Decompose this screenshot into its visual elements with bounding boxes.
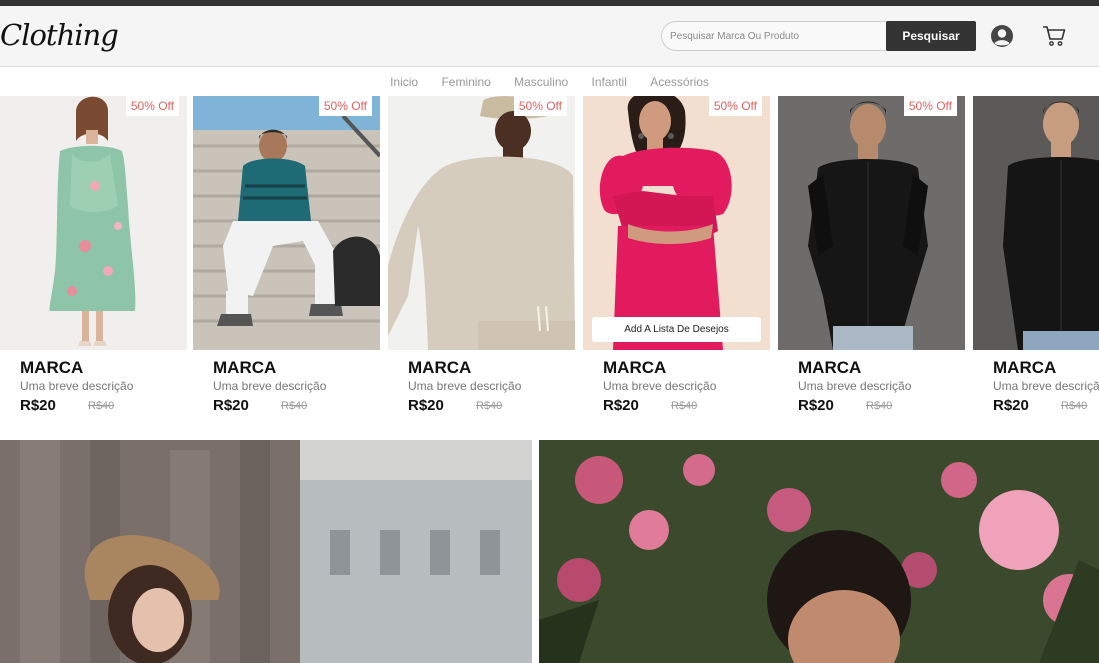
product-price: R$20 <box>993 397 1029 414</box>
product-image[interactable]: 50% Off <box>778 96 965 350</box>
product-brand: MARCA <box>993 358 1057 377</box>
product-card[interactable]: 50% Off MARCA Uma breve descrição R$20 R… <box>388 96 575 426</box>
product-price: R$20 <box>20 397 56 414</box>
product-description: Uma breve descrição <box>798 379 912 393</box>
cart-icon[interactable] <box>1041 24 1067 48</box>
product-image[interactable]: 50% Off <box>0 96 187 350</box>
site-logo[interactable]: Clothing <box>0 18 119 52</box>
product-description: Uma breve descrição <box>20 379 134 393</box>
product-card[interactable]: 50% Off MARCA Uma breve descrição R$20 R… <box>0 96 187 426</box>
product-card[interactable]: 50% Off Add A Lista De Desejos MARCA Uma… <box>583 96 770 426</box>
product-old-price: R$40 <box>1061 400 1088 412</box>
discount-badge: 50% Off <box>125 96 179 116</box>
main-nav: Inicio Feminino Masculino Infantil Acess… <box>0 68 1099 96</box>
product-card[interactable]: MARCA Uma breve descrição R$20 R$40 <box>973 96 1099 426</box>
product-price: R$20 <box>213 397 249 414</box>
product-price: R$20 <box>408 397 444 414</box>
product-card[interactable]: 50% Off MARCA Uma breve descrição R$20 R… <box>778 96 965 426</box>
product-card[interactable]: 50% Off MARCA Uma breve descrição R$20 R… <box>193 96 380 426</box>
site-header: Clothing Pesquisar <box>0 6 1099 67</box>
product-description: Uma breve descrição <box>993 379 1099 393</box>
nav-item-feminino[interactable]: Feminino <box>441 68 490 96</box>
search-button[interactable]: Pesquisar <box>886 21 976 51</box>
product-image[interactable]: 50% Off <box>193 96 380 350</box>
product-old-price: R$40 <box>866 400 893 412</box>
product-brand: MARCA <box>603 358 667 377</box>
product-brand: MARCA <box>798 358 862 377</box>
banner-men[interactable] <box>539 440 1099 663</box>
product-price: R$20 <box>798 397 834 414</box>
user-icon[interactable] <box>990 24 1014 48</box>
product-old-price: R$40 <box>281 400 308 412</box>
discount-badge: 50% Off <box>318 96 372 116</box>
add-to-wishlist-button[interactable]: Add A Lista De Desejos <box>592 317 761 342</box>
nav-item-acessorios[interactable]: Acessórios <box>650 68 709 96</box>
product-old-price: R$40 <box>88 400 115 412</box>
discount-badge: 50% Off <box>708 96 762 116</box>
banner-women[interactable] <box>0 440 532 663</box>
nav-item-inicio[interactable]: Inicio <box>390 68 418 96</box>
search-field[interactable] <box>661 21 891 51</box>
product-brand: MARCA <box>20 358 84 377</box>
discount-badge: 50% Off <box>903 96 957 116</box>
product-description: Uma breve descrição <box>213 379 327 393</box>
product-image[interactable]: 50% Off <box>388 96 575 350</box>
product-old-price: R$40 <box>671 400 698 412</box>
product-price: R$20 <box>603 397 639 414</box>
nav-item-masculino[interactable]: Masculino <box>514 68 568 96</box>
product-description: Uma breve descrição <box>603 379 717 393</box>
product-old-price: R$40 <box>476 400 503 412</box>
product-carousel: 50% Off MARCA Uma breve descrição R$20 R… <box>0 96 1099 426</box>
product-image[interactable]: 50% Off Add A Lista De Desejos <box>583 96 770 350</box>
discount-badge: 50% Off <box>513 96 567 116</box>
product-brand: MARCA <box>408 358 472 377</box>
product-description: Uma breve descrição <box>408 379 522 393</box>
product-brand: MARCA <box>213 358 277 377</box>
nav-item-infantil[interactable]: Infantil <box>592 68 627 96</box>
product-image[interactable] <box>973 96 1099 350</box>
search-input[interactable] <box>662 22 890 50</box>
